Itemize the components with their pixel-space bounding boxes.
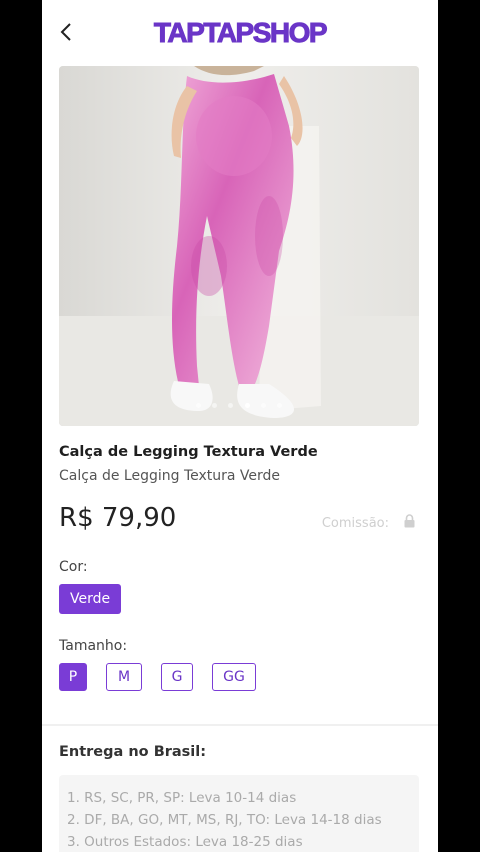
brand-logo: TAPTAPSHOP <box>153 17 328 49</box>
product-subtitle: Calça de Legging Textura Verde <box>59 468 281 484</box>
product-price: R$ 79,90 <box>59 503 177 533</box>
image-carousel-dots[interactable] <box>59 393 419 412</box>
delivery-line: 2. DF, BA, GO, MT, MS, RJ, TO: Leva 14-1… <box>67 812 382 828</box>
carousel-dot[interactable] <box>260 403 266 408</box>
size-option-m[interactable]: M <box>106 663 142 691</box>
size-label: Tamanho: <box>59 638 128 654</box>
carousel-dot-active[interactable] <box>244 403 250 408</box>
delivery-info-box: 1. RS, SC, PR, SP: Leva 10-14 dias 2. DF… <box>59 775 419 852</box>
size-option-g[interactable]: G <box>161 663 193 691</box>
delivery-line: 3. Outros Estados: Leva 18-25 dias <box>67 834 303 850</box>
size-option-gg[interactable]: GG <box>212 663 256 691</box>
product-title: Calça de Legging Textura Verde <box>59 444 318 460</box>
carousel-dot[interactable] <box>196 403 202 408</box>
color-option-verde[interactable]: Verde <box>59 584 122 614</box>
commission-info: Comissão: <box>322 514 416 532</box>
delivery-title: Entrega no Brasil: <box>59 744 207 760</box>
size-option-p[interactable]: P <box>59 663 87 691</box>
header: TAPTAPSHOP <box>42 0 438 64</box>
lock-icon <box>403 514 416 532</box>
product-image[interactable] <box>59 66 419 426</box>
size-options: P M G GG <box>59 663 275 691</box>
commission-label: Comissão: <box>321 515 389 531</box>
carousel-dot[interactable] <box>228 403 234 408</box>
color-label: Cor: <box>59 559 88 575</box>
product-photo <box>59 66 419 426</box>
carousel-dot[interactable] <box>276 403 282 408</box>
delivery-line: 1. RS, SC, PR, SP: Leva 10-14 dias <box>67 790 297 806</box>
section-divider <box>42 724 438 726</box>
carousel-dot[interactable] <box>212 403 218 408</box>
product-screen: TAPTAPSHOP Calça de Legging Textura Verd… <box>42 0 438 852</box>
